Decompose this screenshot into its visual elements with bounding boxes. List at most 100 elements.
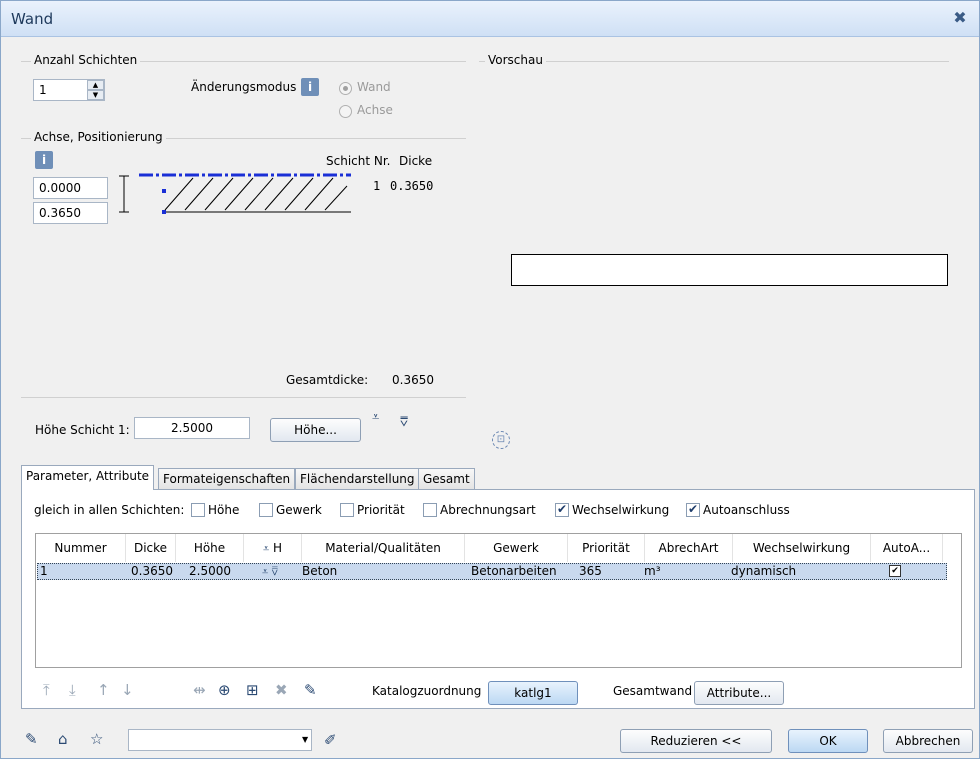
close-icon[interactable]: ✖ bbox=[951, 9, 969, 27]
info-icon[interactable]: i bbox=[301, 78, 319, 96]
tab-parameter-attribute[interactable]: Parameter, Attribute bbox=[21, 465, 155, 490]
move-to-top-icon[interactable]: ⤒ bbox=[43, 681, 50, 699]
layer-count-group-label: Anzahl Schichten bbox=[31, 53, 141, 67]
checkbox-autoanschluss[interactable] bbox=[686, 502, 700, 517]
tab-formateigenschaften[interactable]: Formateigenschaften bbox=[158, 468, 296, 489]
checkbox-prioritaet-label: Priorität bbox=[357, 503, 405, 517]
move-up-icon[interactable]: ↑ bbox=[97, 681, 110, 699]
checkbox-hoehe[interactable] bbox=[191, 503, 205, 517]
height-button[interactable]: Höhe... bbox=[270, 418, 361, 442]
edit-layer-icon[interactable]: ✎ bbox=[304, 681, 317, 699]
thickness-header: Dicke bbox=[399, 154, 433, 168]
height-align-icon: ⩡ bbox=[262, 542, 270, 555]
column-header-abrechart[interactable]: AbrechArt bbox=[645, 534, 733, 562]
favorite-open-icon[interactable]: ⌂ bbox=[58, 730, 68, 748]
axis-group-label: Achse, Positionierung bbox=[31, 130, 166, 144]
column-header-prioritaet[interactable]: Priorität bbox=[568, 534, 645, 562]
attribute-button[interactable]: Attribute... bbox=[694, 681, 784, 705]
insert-layer-icon[interactable]: ⇹ bbox=[193, 681, 206, 699]
preview-label: Vorschau bbox=[485, 53, 546, 67]
height-input[interactable]: 2.5000 bbox=[134, 417, 250, 439]
mode-label: Änderungsmodus bbox=[191, 80, 297, 94]
ok-button[interactable]: OK bbox=[788, 729, 868, 753]
catalog-label: Katalogzuordnung bbox=[372, 684, 482, 698]
add-layer-above-icon[interactable]: ⊕ bbox=[218, 681, 231, 699]
radio-achse[interactable] bbox=[339, 105, 352, 118]
checkbox-abrechnungsart[interactable] bbox=[423, 503, 437, 517]
align-top-icon[interactable]: ⩢ bbox=[400, 415, 408, 430]
preview-zoom-icon[interactable]: ⊡ bbox=[492, 431, 510, 449]
layer-section-diagram bbox=[119, 173, 351, 214]
cell-wechselwirkung: dynamisch bbox=[731, 564, 797, 578]
cell-prioritaet: 365 bbox=[579, 564, 602, 578]
preview-wall-shape bbox=[511, 254, 948, 286]
favorite-save-icon[interactable]: ☆ bbox=[90, 730, 103, 748]
dialog-window: Wand ✖ Anzahl Schichten 1 ▲ ▼ Änderungsm… bbox=[0, 0, 980, 759]
column-header-h[interactable]: ⩡ H bbox=[244, 534, 302, 562]
same-all-label: gleich in allen Schichten: bbox=[34, 503, 185, 517]
total-thickness-value: 0.3650 bbox=[392, 373, 434, 387]
column-header-h-label: H bbox=[273, 541, 283, 555]
move-to-bottom-icon[interactable]: ⤓ bbox=[69, 681, 76, 699]
column-header-gewerk[interactable]: Gewerk bbox=[465, 534, 568, 562]
axis-offset-top-value: 0.0000 bbox=[39, 181, 81, 195]
align-bottom-icon[interactable]: ⩡ bbox=[372, 410, 379, 425]
column-header-wechselwirkung[interactable]: Wechselwirkung bbox=[733, 534, 871, 562]
cell-material: Beton bbox=[302, 564, 338, 578]
add-layer-below-icon[interactable]: ⊞ bbox=[246, 681, 259, 699]
radio-wand-label: Wand bbox=[357, 80, 391, 94]
column-header-autoanschluss[interactable]: AutoA... bbox=[871, 534, 943, 562]
cell-height-align-icon[interactable]: ⩡ ⩢ bbox=[262, 564, 278, 579]
cell-gewerk: Betonarbeiten bbox=[471, 564, 557, 578]
move-down-icon[interactable]: ↓ bbox=[121, 681, 134, 699]
radio-achse-label: Achse bbox=[357, 103, 393, 117]
layer-count-value: 1 bbox=[39, 83, 47, 97]
cell-abrechart: m³ bbox=[644, 564, 661, 578]
window-title: Wand bbox=[11, 10, 54, 28]
checkbox-wechselwirkung[interactable] bbox=[555, 502, 569, 517]
cancel-button[interactable]: Abbrechen bbox=[883, 729, 973, 753]
stepper-down-icon[interactable]: ▼ bbox=[87, 90, 104, 100]
reduce-button[interactable]: Reduzieren << bbox=[620, 729, 772, 753]
layer-thickness-value: 0.3650 bbox=[390, 179, 434, 193]
column-header-hoehe[interactable]: Höhe bbox=[176, 534, 244, 562]
table-row[interactable]: 1 0.3650 2.5000 ⩡ ⩢ Beton Betonarbeiten … bbox=[37, 563, 947, 580]
group-border bbox=[479, 61, 949, 62]
checkbox-abrechnungsart-label: Abrechnungsart bbox=[440, 503, 536, 517]
height-value: 2.5000 bbox=[171, 421, 213, 435]
axis-offset-bottom-value: 0.3650 bbox=[39, 206, 81, 220]
layer-table[interactable]: Nummer Dicke Höhe ⩡ H Material/Qualitäte… bbox=[35, 533, 962, 668]
checkbox-wechselwirkung-label: Wechselwirkung bbox=[572, 503, 670, 517]
info-icon[interactable]: i bbox=[35, 151, 53, 169]
checkbox-gewerk[interactable] bbox=[259, 503, 273, 517]
column-header-dicke[interactable]: Dicke bbox=[126, 534, 176, 562]
cell-dicke: 0.3650 bbox=[131, 564, 173, 578]
title-bar: Wand ✖ bbox=[1, 1, 979, 37]
axis-offset-top-input[interactable]: 0.0000 bbox=[33, 177, 108, 199]
edit-favorite-icon[interactable]: ✐ bbox=[324, 731, 337, 749]
checkbox-autoanschluss-label: Autoanschluss bbox=[703, 503, 790, 517]
catalog-button[interactable]: katlg1 bbox=[488, 681, 578, 705]
axis-offset-bottom-input[interactable]: 0.3650 bbox=[33, 202, 108, 224]
checkbox-prioritaet[interactable] bbox=[340, 503, 354, 517]
checkbox-hoehe-label: Höhe bbox=[208, 503, 240, 517]
stepper-up-icon[interactable]: ▲ bbox=[87, 80, 104, 90]
chevron-down-icon[interactable]: ▼ bbox=[302, 730, 312, 750]
tab-flaechendarstellung[interactable]: Flächendarstellung bbox=[295, 468, 420, 489]
cell-hoehe: 2.5000 bbox=[189, 564, 231, 578]
cell-autoanschluss-checkbox[interactable]: ✔ bbox=[889, 565, 901, 577]
layer-no-value: 1 bbox=[373, 179, 381, 193]
group-border bbox=[21, 397, 466, 398]
radio-wand[interactable] bbox=[339, 82, 352, 95]
tab-gesamt[interactable]: Gesamt bbox=[418, 468, 475, 489]
delete-layer-icon[interactable]: ✖ bbox=[275, 681, 288, 699]
checkbox-gewerk-label: Gewerk bbox=[276, 503, 322, 517]
cell-nummer: 1 bbox=[40, 564, 48, 578]
column-header-material[interactable]: Material/Qualitäten bbox=[302, 534, 465, 562]
favorites-combo[interactable] bbox=[128, 729, 312, 751]
total-wall-label: Gesamtwand bbox=[613, 684, 693, 698]
eyedropper-icon[interactable]: ✎ bbox=[25, 730, 38, 748]
column-header-nummer[interactable]: Nummer bbox=[36, 534, 126, 562]
height-label: Höhe Schicht 1: bbox=[35, 423, 130, 437]
total-thickness-label: Gesamtdicke: bbox=[286, 373, 369, 387]
